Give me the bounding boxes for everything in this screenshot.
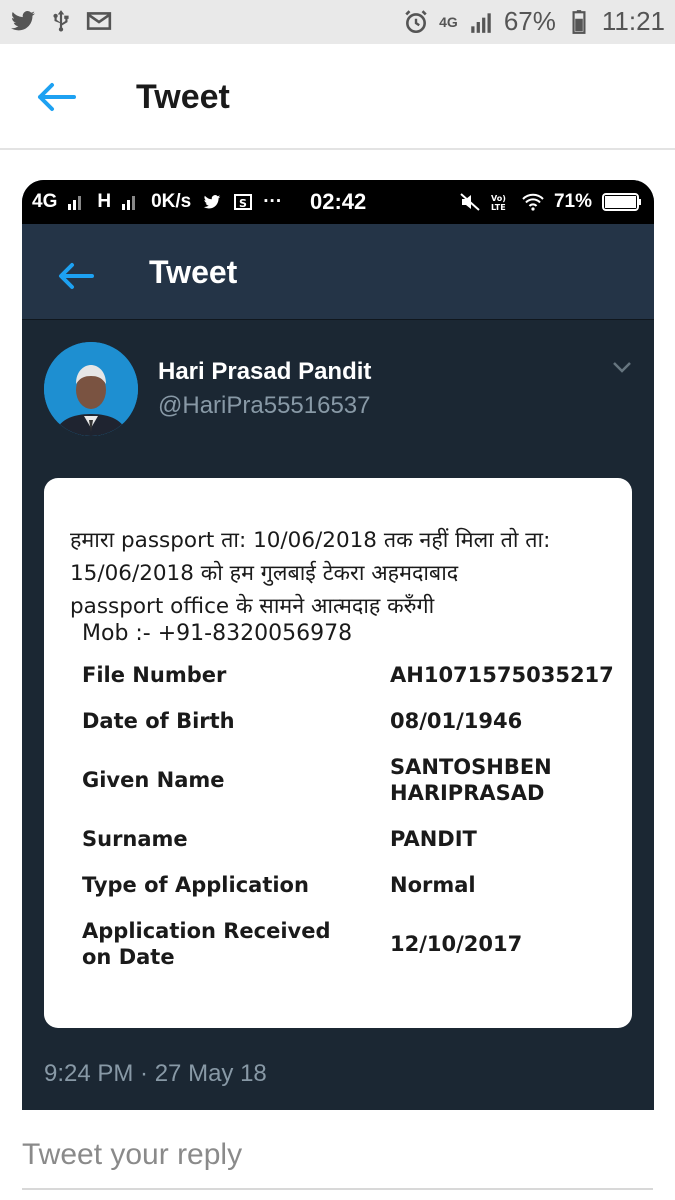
reply-input[interactable]: Tweet your reply	[22, 1138, 242, 1172]
embedded-header: Tweet	[22, 224, 654, 320]
embedded-screenshot: 4G H 0K/s S ··· 02:42 Vo)LTE 71% Tweet	[22, 180, 654, 1110]
embedded-wifi-icon	[522, 193, 544, 211]
embedded-back-arrow-icon[interactable]	[58, 262, 94, 290]
embedded-battery-icon	[602, 193, 641, 211]
detail-value: SANTOSHBEN HARIPRASAD	[390, 755, 552, 805]
message-line: passport office के सामने आत्मदाह करुँगी	[70, 594, 435, 619]
embedded-twitter-icon	[203, 195, 221, 209]
app-header: Tweet	[0, 44, 675, 150]
user-handle[interactable]: @HariPra55516537	[158, 392, 371, 420]
attached-image-card[interactable]: हमारा passport ता: 10/06/2018 तक नहीं मि…	[44, 478, 632, 1028]
svg-text:Vo): Vo)	[491, 194, 506, 203]
detail-key: Type of Application	[82, 873, 309, 897]
battery-percent: 67%	[503, 6, 556, 36]
detail-key: File Number	[82, 663, 227, 687]
embedded-more-dots-icon: ···	[263, 191, 283, 212]
detail-value: PANDIT	[390, 827, 477, 851]
signal-strength-icon	[471, 12, 491, 33]
embedded-screenshot-icon: S	[234, 194, 253, 210]
embedded-network-2: H	[97, 191, 112, 212]
tweet-timestamp: 9:24 PM · 27 May 18	[44, 1060, 267, 1087]
page-title: Tweet	[136, 78, 230, 116]
detail-value: 08/01/1946	[390, 709, 523, 733]
embedded-signal-icon-2	[122, 196, 136, 210]
detail-key: Surname	[82, 827, 188, 851]
embedded-battery-percent: 71%	[553, 191, 592, 212]
embedded-status-bar: 4G H 0K/s S ··· 02:42 Vo) LTE 71%	[22, 180, 654, 224]
detail-value: AH1071575035217	[390, 663, 614, 687]
message-line: 15/06/2018 को हम गुलबाई टेकरा अहमदाबाद	[70, 561, 459, 586]
status-bar: 4G 67% 11:21	[0, 0, 675, 44]
detail-key: Date of Birth	[82, 709, 235, 733]
embedded-mute-icon	[460, 193, 480, 211]
mobile-number: Mob :- +91-8320056978	[82, 621, 353, 646]
embedded-page-title: Tweet	[149, 254, 238, 290]
reply-input-underline	[22, 1188, 653, 1190]
avatar-portrait-icon	[44, 342, 138, 436]
embedded-speed: 0K/s	[151, 191, 192, 212]
user-display-name[interactable]: Hari Prasad Pandit	[158, 358, 371, 386]
svg-text:S: S	[239, 197, 247, 210]
back-arrow-icon[interactable]	[36, 82, 76, 112]
usb-icon	[53, 10, 69, 32]
svg-text:LTE: LTE	[491, 203, 506, 211]
embedded-network-1: 4G	[32, 191, 58, 212]
detail-key: Given Name	[82, 768, 225, 792]
network-type-label: 4G	[439, 13, 458, 30]
mail-icon	[86, 12, 112, 30]
twitter-bird-icon	[11, 11, 35, 31]
document-message: हमारा passport ता: 10/06/2018 तक नहीं मि…	[70, 524, 550, 623]
reply-bar: Tweet your reply	[0, 1110, 675, 1200]
avatar[interactable]	[44, 342, 138, 436]
embedded-clock: 02:42	[310, 189, 367, 214]
clock-time: 11:21	[601, 6, 665, 36]
chevron-down-icon[interactable]	[612, 360, 632, 374]
battery-icon	[572, 9, 586, 34]
detail-key: Application Received on Date	[82, 919, 331, 969]
embedded-volte-icon: Vo)LTE	[491, 194, 506, 211]
detail-value: 12/10/2017	[390, 932, 523, 956]
alarm-icon	[405, 9, 427, 33]
message-line: हमारा passport ता: 10/06/2018 तक नहीं मि…	[70, 528, 551, 553]
detail-value: Normal	[390, 873, 476, 897]
embedded-signal-icon	[68, 196, 82, 210]
